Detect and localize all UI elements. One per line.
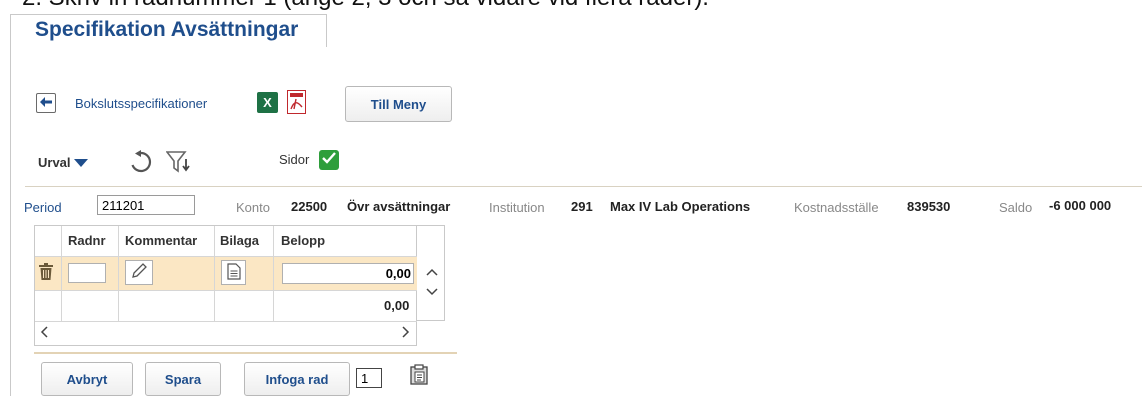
konto-name: Övr avsättningar — [347, 199, 451, 214]
scroll-left-icon[interactable] — [40, 325, 48, 343]
belopp-input[interactable] — [282, 263, 414, 284]
institution-name: Max IV Lab Operations — [610, 199, 751, 214]
page-title: Specifikation Avsättningar — [35, 18, 299, 41]
radnr-input[interactable] — [68, 263, 106, 283]
konto-label: Konto — [236, 200, 270, 215]
section-divider — [25, 186, 1142, 187]
trash-icon[interactable] — [39, 263, 53, 285]
col-header-radnr: Radnr — [68, 233, 106, 248]
grid-line — [118, 226, 119, 321]
col-header-bilaga: Bilaga — [220, 233, 260, 248]
grid-line — [35, 290, 417, 291]
arrow-left-icon — [40, 94, 52, 112]
grid-line — [273, 226, 274, 321]
filter-icon[interactable] — [165, 150, 192, 179]
caret-down-icon — [74, 155, 89, 170]
instruction-text: 2. Skriv in radnummer 1 (ange 2, 3 och s… — [22, 0, 709, 12]
institution-number: 291 — [571, 199, 593, 214]
scroll-right-icon[interactable] — [402, 325, 410, 343]
insert-row-button[interactable]: Infoga rad — [244, 362, 350, 396]
grid-line — [61, 226, 62, 321]
scroll-down-icon[interactable] — [426, 283, 438, 301]
urval-dropdown[interactable]: Urval — [38, 155, 89, 170]
sidor-checkbox[interactable] — [319, 150, 339, 170]
grid-line — [214, 226, 215, 321]
check-icon — [322, 151, 336, 169]
reset-icon[interactable] — [129, 150, 153, 179]
konto-number: 22500 — [291, 199, 328, 214]
document-icon — [226, 262, 241, 283]
back-button[interactable] — [36, 93, 56, 113]
institution-label: Institution — [489, 200, 545, 215]
bottom-divider — [34, 352, 457, 354]
insert-count-input[interactable] — [356, 368, 382, 388]
pencil-icon — [131, 263, 147, 282]
sidor-label: Sidor — [279, 152, 310, 167]
excel-icon[interactable]: X — [257, 92, 278, 113]
belopp-total: 0,00 — [384, 298, 410, 313]
col-header-kommentar: Kommentar — [125, 233, 198, 248]
grid-line — [35, 256, 417, 257]
urval-label: Urval — [38, 155, 71, 170]
grid-line — [35, 321, 417, 322]
save-button[interactable]: Spara — [145, 362, 221, 396]
saldo-value: -6 000 000 — [1049, 198, 1112, 213]
left-border — [10, 46, 11, 396]
scroll-up-icon[interactable] — [426, 263, 438, 281]
attachment-button[interactable] — [221, 260, 246, 285]
cancel-button[interactable]: Avbryt — [41, 362, 133, 396]
pdf-icon[interactable] — [287, 90, 306, 114]
back-link[interactable]: Bokslutsspecifikationer — [75, 96, 207, 111]
kostnadsstalle-label: Kostnadsställe — [794, 200, 879, 215]
kostnadsstalle-value: 839530 — [907, 199, 951, 214]
saldo-label: Saldo — [999, 200, 1033, 215]
till-meny-button[interactable]: Till Meny — [345, 86, 452, 122]
period-label: Period — [24, 200, 62, 215]
period-input[interactable] — [97, 195, 195, 215]
comment-button[interactable] — [125, 260, 153, 285]
paste-icon[interactable] — [410, 364, 428, 390]
col-header-belopp: Belopp — [281, 233, 326, 248]
